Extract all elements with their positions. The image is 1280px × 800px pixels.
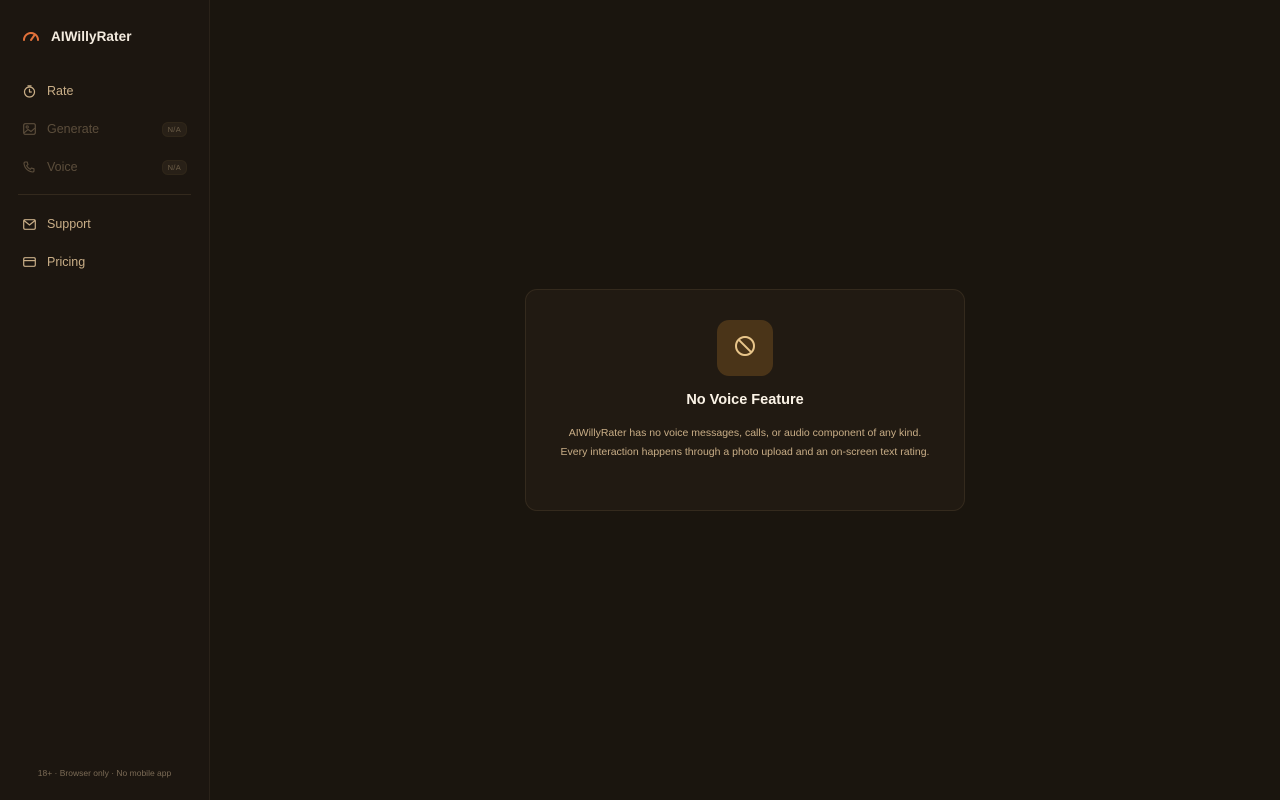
credit-card-icon [22, 255, 36, 269]
sidebar-item-label: Generate [47, 122, 100, 136]
sidebar-nav-secondary: Support Pricing [18, 205, 191, 281]
main-content: No Voice Feature AIWillyRater has no voi… [210, 0, 1280, 800]
sidebar-item-generate: Generate N/A [18, 110, 191, 148]
card-title: No Voice Feature [686, 392, 804, 408]
na-badge: N/A [161, 159, 187, 175]
app-root: AIWillyRater Rate Generate N/A Voice N/A… [0, 0, 1280, 800]
phone-icon [22, 160, 36, 174]
nav-divider [18, 194, 191, 195]
sidebar-item-voice: Voice N/A [18, 148, 191, 186]
gauge-icon [22, 27, 40, 45]
sidebar-item-rate[interactable]: Rate [18, 72, 191, 110]
stopwatch-icon [22, 84, 36, 98]
sidebar-footer: 18+ · Browser only · No mobile app [37, 768, 172, 778]
sidebar-item-pricing[interactable]: Pricing [18, 243, 191, 281]
card-description: AIWillyRater has no voice messages, call… [560, 427, 930, 458]
card-icon-box [717, 320, 773, 376]
brand[interactable]: AIWillyRater [18, 0, 191, 72]
mail-icon [22, 217, 36, 231]
sidebar-item-label: Pricing [47, 255, 86, 269]
sidebar-item-label: Voice [47, 160, 78, 174]
sidebar-item-label: Support [47, 217, 91, 231]
image-icon [22, 122, 36, 136]
brand-name: AIWillyRater [51, 28, 132, 44]
sidebar-nav: Rate Generate N/A Voice N/A [18, 72, 191, 186]
sidebar-item-label: Rate [47, 84, 74, 98]
sidebar: AIWillyRater Rate Generate N/A Voice N/A… [0, 0, 210, 800]
ban-icon [733, 334, 757, 363]
info-card: No Voice Feature AIWillyRater has no voi… [525, 289, 965, 511]
sidebar-item-support[interactable]: Support [18, 205, 191, 243]
na-badge: N/A [161, 121, 187, 137]
